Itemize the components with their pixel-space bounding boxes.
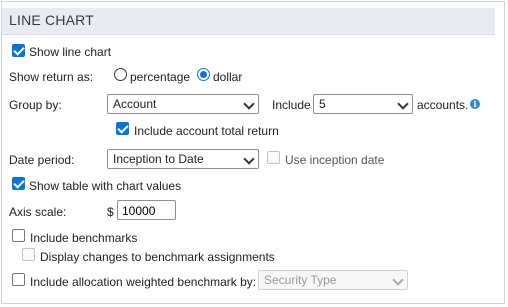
group-by-select[interactable]: Account	[107, 94, 259, 114]
include-count-value: 5	[319, 97, 326, 111]
dollar-label: dollar	[213, 70, 243, 84]
use-inception-date-label: Use inception date	[285, 153, 385, 167]
include-allocation-checkbox[interactable]	[12, 273, 25, 286]
currency-symbol: $	[107, 205, 114, 219]
show-table-label: Show table with chart values	[29, 179, 182, 193]
include-label: Include	[272, 98, 311, 112]
show-return-as-label: Show return as:	[9, 70, 94, 84]
axis-scale-input[interactable]	[117, 200, 176, 220]
date-period-label: Date period:	[9, 153, 75, 167]
percentage-radio[interactable]	[114, 68, 127, 81]
percentage-label: percentage	[130, 70, 191, 84]
chevron-down-icon	[243, 98, 255, 110]
display-changes-checkbox[interactable]	[22, 248, 35, 261]
dollar-radio[interactable]	[197, 68, 210, 81]
section-title: LINE CHART	[9, 12, 94, 28]
include-count-select[interactable]: 5	[313, 94, 413, 114]
include-benchmarks-label: Include benchmarks	[30, 231, 138, 245]
display-changes-label: Display changes to benchmark assignments	[40, 250, 275, 264]
include-account-total-return-checkbox[interactable]	[116, 122, 129, 135]
date-period-value: Inception to Date	[113, 152, 204, 166]
group-by-value: Account	[113, 97, 157, 111]
include-benchmarks-checkbox[interactable]	[12, 229, 25, 242]
chevron-down-icon	[397, 98, 409, 110]
accounts-label: accounts.	[417, 98, 469, 112]
chevron-down-icon	[392, 274, 404, 286]
use-inception-date-checkbox[interactable]	[267, 151, 280, 164]
include-allocation-label: Include allocation weighted benchmark by…	[30, 275, 257, 289]
axis-scale-label: Axis scale:	[9, 205, 67, 219]
section-header: LINE CHART	[2, 8, 495, 35]
date-period-select[interactable]: Inception to Date	[107, 149, 259, 169]
group-by-label: Group by:	[9, 98, 62, 112]
chevron-down-icon	[243, 153, 255, 165]
allocation-type-select[interactable]: Security Type	[258, 270, 408, 290]
info-icon[interactable]: i	[470, 99, 480, 109]
show-table-checkbox[interactable]	[12, 177, 25, 190]
allocation-type-value: Security Type	[264, 273, 337, 287]
show-line-chart-label: Show line chart	[29, 45, 112, 59]
show-line-chart-checkbox[interactable]	[12, 44, 25, 57]
include-account-total-return-label: Include account total return	[134, 124, 279, 138]
